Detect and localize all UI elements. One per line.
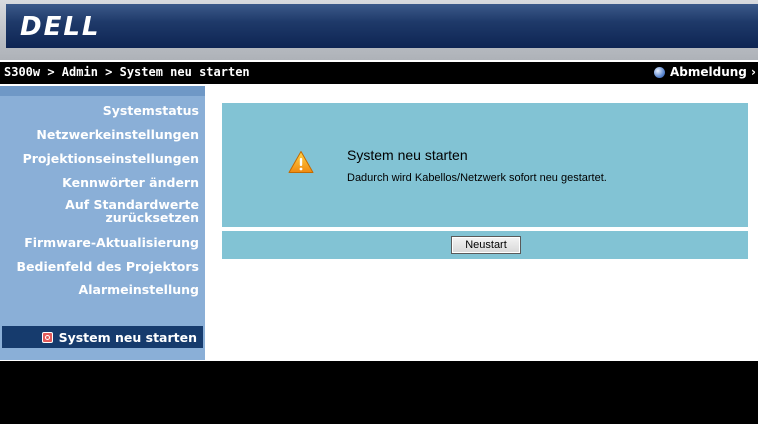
sidebar-item-systemstatus[interactable]: Systemstatus [103, 104, 199, 118]
sidebar-active-label: System neu starten [58, 329, 197, 345]
dell-logo: DELL [20, 12, 101, 42]
breadcrumb: S300w > Admin > System neu starten [4, 65, 250, 79]
sidebar-band [0, 86, 205, 96]
power-icon [41, 331, 53, 343]
header: DELL [0, 0, 758, 60]
warning-icon [288, 151, 314, 173]
page-description: Dadurch wird Kabellos/Netzwerk sofort ne… [347, 172, 607, 184]
logo-strip: DELL [6, 4, 758, 48]
sidebar-item-standardwerte-line2[interactable]: zurücksetzen [105, 211, 199, 225]
globe-icon [653, 66, 665, 78]
logout-label: Abmeldung › [669, 65, 756, 79]
breadcrumb-bar: S300w > Admin > System neu starten Abmel… [0, 62, 758, 84]
sidebar-item-kennwoerter-aendern[interactable]: Kennwörter ändern [62, 176, 199, 190]
logout-link[interactable]: Abmeldung › [653, 65, 756, 79]
sidebar-item-netzwerkeinstellungen[interactable]: Netzwerkeinstellungen [36, 128, 199, 142]
sidebar-item-firmware[interactable]: Firmware-Aktualisierung [24, 236, 199, 250]
restart-button[interactable]: Neustart [451, 236, 521, 254]
sidebar-item-bedienfeld[interactable]: Bedienfeld des Projektors [17, 260, 200, 274]
sidebar-item-projektionseinstellungen[interactable]: Projektionseinstellungen [23, 152, 199, 166]
sidebar-item-system-neu-starten[interactable]: System neu starten [2, 326, 203, 348]
footer [0, 361, 758, 424]
sidebar: Systemstatus Netzwerkeinstellungen Proje… [0, 86, 205, 360]
sidebar-item-alarmeinstellung[interactable]: Alarmeinstellung [79, 283, 199, 297]
page-title: System neu starten [347, 147, 468, 163]
